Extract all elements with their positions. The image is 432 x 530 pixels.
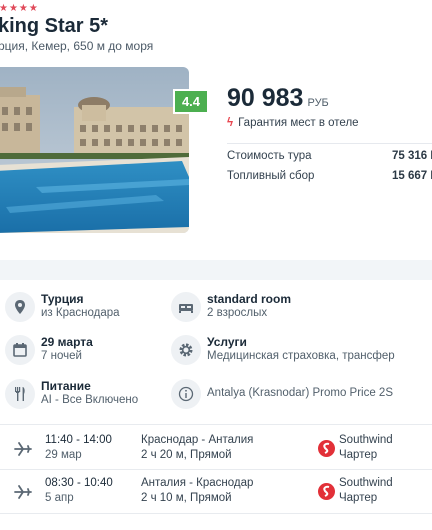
airline-name: Southwind <box>339 477 393 489</box>
tour-cost-value: 75 316 Р <box>392 150 432 162</box>
divider <box>227 143 432 144</box>
meal-title: Питание <box>41 379 91 393</box>
calendar-icon <box>5 335 35 365</box>
promo-text: Antalya (Krasnodar) Promo Price 2S <box>207 387 393 399</box>
plane-icon <box>14 485 32 499</box>
tour-cost-label: Стоимость тура <box>227 150 312 162</box>
flight-time: 08:30 - 10:40 <box>45 477 113 489</box>
bed-icon <box>171 292 201 322</box>
divider <box>0 513 432 514</box>
fuel-charge-label: Топливный сбор <box>227 170 315 182</box>
guarantee-note: ϟ Гарантия мест в отеле <box>227 117 359 129</box>
services-title: Услуги <box>207 335 247 349</box>
flight-route: Краснодар - Анталия <box>141 434 254 446</box>
nights-count: 7 ночей <box>41 350 82 362</box>
price-value: 90 983 <box>227 84 304 112</box>
lightning-icon: ϟ <box>227 117 234 129</box>
flight-type: Чартер <box>339 449 378 461</box>
hotel-photo[interactable] <box>0 67 189 233</box>
date-title: 29 марта <box>41 335 93 349</box>
fuel-charge-value: 15 667 Р <box>392 170 432 182</box>
hotel-location: рция, Кемер, 650 м до моря <box>0 39 154 53</box>
fuel-charge-row: Топливный сбор 15 667 Р <box>227 170 432 182</box>
rating-badge: 4.4 <box>173 89 209 114</box>
airline-logo-icon <box>318 483 335 500</box>
star-rating: ★★★★ <box>0 3 39 14</box>
country-title: Турция <box>41 292 84 306</box>
flight-time: 11:40 - 14:00 <box>45 434 112 446</box>
flight-duration: 2 ч 10 м, Прямой <box>141 492 232 504</box>
guarantee-text: Гарантия мест в отеле <box>238 117 359 129</box>
divider <box>0 424 432 425</box>
meal-plan: AI - Все Включено <box>41 394 139 406</box>
departure-city: из Краснодара <box>41 307 120 319</box>
flight-date: 29 мар <box>45 449 82 461</box>
services-list: Медицинская страховка, трансфер <box>207 350 395 362</box>
tour-cost-row: Стоимость тура 75 316 Р <box>227 150 432 162</box>
fork-knife-icon <box>5 379 35 409</box>
room-title: standard room <box>207 292 292 306</box>
gear-icon <box>171 335 201 365</box>
flight-route: Анталия - Краснодар <box>141 477 254 489</box>
flight-date: 5 апр <box>45 492 74 504</box>
divider <box>0 469 432 470</box>
hotel-name[interactable]: king Star 5* <box>0 15 108 38</box>
room-guests: 2 взрослых <box>207 307 268 319</box>
info-icon <box>171 379 201 409</box>
flight-row-outbound[interactable]: 11:40 - 14:00 29 мар Краснодар - Анталия… <box>0 434 432 474</box>
section-divider <box>0 260 432 280</box>
price-currency: РУБ <box>307 97 329 109</box>
flight-row-return[interactable]: 08:30 - 10:40 5 апр Анталия - Краснодар … <box>0 477 432 517</box>
flight-duration: 2 ч 20 м, Прямой <box>141 449 232 461</box>
airline-logo-icon <box>318 440 335 457</box>
location-pin-icon <box>5 292 35 322</box>
total-price: 90 983 РУБ <box>227 84 329 113</box>
plane-icon <box>14 442 32 456</box>
flight-type: Чартер <box>339 492 378 504</box>
airline-name: Southwind <box>339 434 393 446</box>
